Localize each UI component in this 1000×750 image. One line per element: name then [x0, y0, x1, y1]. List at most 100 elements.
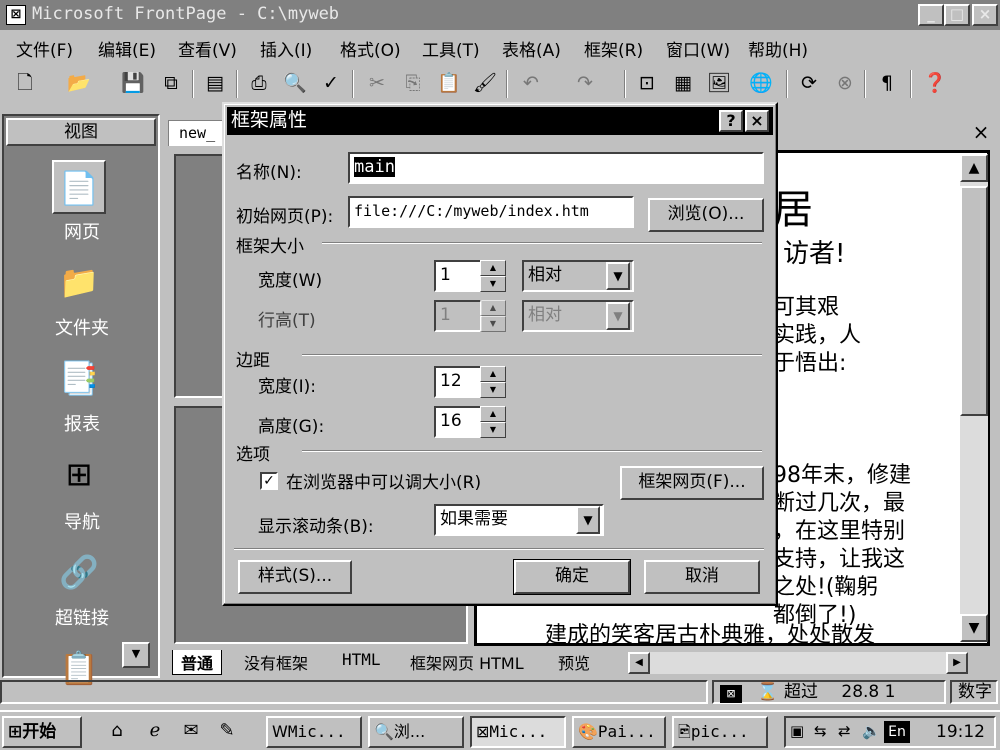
- dropdown-arrow-icon[interactable]: ▼: [576, 506, 600, 534]
- internet-explorer-icon[interactable]: ℯ: [142, 720, 168, 744]
- reports-view-icon[interactable]: 📑: [52, 352, 106, 406]
- margin-height-field[interactable]: 16: [434, 406, 482, 438]
- hyperlink-icon[interactable]: 🌐: [746, 69, 776, 99]
- spin-up-icon[interactable]: ▲: [480, 300, 506, 316]
- channels-icon[interactable]: ✎: [214, 720, 240, 744]
- view-label-folders[interactable]: 文件夹: [4, 314, 160, 340]
- menu-help[interactable]: 帮助(H): [748, 36, 808, 61]
- spelling-icon[interactable]: ✓: [316, 69, 346, 99]
- frames-page-button[interactable]: 框架网页(F)...: [620, 466, 764, 500]
- task-pic[interactable]: 🖻pic...: [672, 716, 768, 748]
- menu-edit[interactable]: 编辑(E): [98, 36, 156, 61]
- style-button[interactable]: 样式(S)...: [238, 560, 352, 594]
- row-height-field[interactable]: 1: [434, 300, 482, 332]
- dialog-help-button[interactable]: ?: [719, 110, 743, 132]
- view-label-reports[interactable]: 报表: [4, 410, 160, 436]
- dropdown-arrow-icon[interactable]: ▼: [606, 262, 630, 290]
- redo-icon[interactable]: ↷: [570, 69, 600, 99]
- clock[interactable]: 19:12: [936, 722, 985, 742]
- scroll-thumb[interactable]: [960, 186, 988, 416]
- spin-down-icon[interactable]: ▼: [480, 422, 506, 438]
- show-desktop-icon[interactable]: ⌂: [104, 720, 130, 744]
- browse-button[interactable]: 浏览(O)...: [648, 198, 764, 232]
- menu-table[interactable]: 表格(A): [502, 36, 561, 61]
- scroll-left-button[interactable]: ◀: [628, 652, 650, 674]
- network-icon[interactable]: ⇆: [814, 722, 827, 740]
- cut-icon[interactable]: ✂: [362, 69, 392, 99]
- page-view-icon[interactable]: 📄: [52, 160, 106, 214]
- task-paint[interactable]: 🎨Pai...: [572, 716, 666, 748]
- scroll-up-button[interactable]: ▲: [960, 154, 988, 182]
- refresh-icon[interactable]: ⟳: [794, 69, 824, 99]
- views-scroll-down-button[interactable]: ▼: [122, 642, 150, 668]
- network-icon-2[interactable]: ⇄: [838, 722, 851, 740]
- tab-preview[interactable]: 预览: [558, 650, 590, 674]
- scrollbars-select[interactable]: 如果需要 ▼: [434, 504, 604, 536]
- close-button[interactable]: ×: [972, 4, 998, 26]
- menu-view[interactable]: 查看(V): [178, 36, 237, 61]
- volume-icon[interactable]: 🔈: [862, 722, 881, 740]
- stop-icon[interactable]: ⊗: [830, 69, 860, 99]
- dropdown-arrow-icon[interactable]: ▼: [606, 302, 630, 330]
- task-explorer[interactable]: 🔍浏...: [368, 716, 464, 748]
- minimize-button[interactable]: _: [918, 4, 944, 26]
- help-icon[interactable]: ❓: [920, 69, 950, 99]
- open-icon[interactable]: 📂: [64, 69, 94, 99]
- scroll-down-button[interactable]: ▼: [960, 614, 988, 642]
- margin-width-field[interactable]: 12: [434, 366, 482, 398]
- hyperlinks-view-icon[interactable]: 🔗: [52, 546, 106, 600]
- tab-frames-page-html[interactable]: 框架网页 HTML: [410, 650, 524, 674]
- width-unit-select[interactable]: 相对 ▼: [522, 260, 634, 292]
- resizable-label[interactable]: 在浏览器中可以调大小(R): [286, 468, 481, 493]
- tab-html[interactable]: HTML: [342, 650, 381, 669]
- frontpage-app-icon[interactable]: ⊠: [6, 5, 26, 25]
- margin-width-spinner[interactable]: ▲ ▼: [480, 366, 506, 398]
- new-page-icon[interactable]: 🗋: [10, 69, 40, 99]
- copy-icon[interactable]: ⎘: [398, 69, 428, 99]
- maximize-button[interactable]: □: [944, 4, 970, 26]
- horizontal-scrollbar[interactable]: ◀ ▶: [628, 652, 968, 674]
- menu-window[interactable]: 窗口(W): [666, 36, 730, 61]
- insert-component-icon[interactable]: ⊡: [632, 69, 662, 99]
- row-height-unit-select[interactable]: 相对 ▼: [522, 300, 634, 332]
- menu-insert[interactable]: 插入(I): [260, 36, 312, 61]
- menu-format[interactable]: 格式(O): [340, 36, 401, 61]
- margin-height-spinner[interactable]: ▲ ▼: [480, 406, 506, 438]
- menu-frames[interactable]: 框架(R): [584, 36, 643, 61]
- row-height-spinner[interactable]: ▲ ▼: [480, 300, 506, 332]
- task-word[interactable]: WMic...: [266, 716, 362, 748]
- view-label-page[interactable]: 网页: [4, 218, 160, 244]
- undo-icon[interactable]: ↶: [516, 69, 546, 99]
- spin-down-icon[interactable]: ▼: [480, 382, 506, 398]
- folder-list-icon[interactable]: ▤: [200, 69, 230, 99]
- spin-up-icon[interactable]: ▲: [480, 406, 506, 422]
- show-all-icon[interactable]: ¶: [872, 69, 902, 99]
- start-button[interactable]: ⊞开始: [2, 716, 82, 748]
- scroll-right-button[interactable]: ▶: [946, 652, 968, 674]
- menu-tools[interactable]: 工具(T): [422, 36, 480, 61]
- tab-no-frames[interactable]: 没有框架: [244, 650, 308, 674]
- insert-table-icon[interactable]: ▦: [668, 69, 698, 99]
- document-tab[interactable]: new_: [168, 120, 228, 146]
- outlook-express-icon[interactable]: ✉: [178, 720, 204, 744]
- publish-icon[interactable]: ⧉: [156, 69, 186, 99]
- cancel-button[interactable]: 取消: [644, 560, 760, 594]
- view-label-hyperlinks[interactable]: 超链接: [4, 604, 160, 630]
- folders-view-icon[interactable]: 📁: [52, 256, 106, 310]
- resizable-checkbox[interactable]: ✓: [260, 472, 278, 490]
- print-preview-icon[interactable]: 🔍: [280, 69, 310, 99]
- spin-up-icon[interactable]: ▲: [480, 260, 506, 276]
- width-field[interactable]: 1: [434, 260, 482, 292]
- tab-normal[interactable]: 普通: [172, 650, 223, 675]
- name-field[interactable]: main: [348, 152, 764, 184]
- menu-file[interactable]: 文件(F): [16, 36, 73, 61]
- tray-app-icon[interactable]: ▣: [790, 722, 804, 740]
- document-close-icon[interactable]: ×: [968, 120, 994, 144]
- task-frontpage-active[interactable]: ⊠Mic...: [470, 716, 566, 748]
- spin-up-icon[interactable]: ▲: [480, 366, 506, 382]
- width-spinner[interactable]: ▲ ▼: [480, 260, 506, 292]
- spin-down-icon[interactable]: ▼: [480, 316, 506, 332]
- initial-page-field[interactable]: file:///C:/myweb/index.htm: [348, 196, 634, 228]
- spin-down-icon[interactable]: ▼: [480, 276, 506, 292]
- view-label-navigation[interactable]: 导航: [4, 508, 160, 534]
